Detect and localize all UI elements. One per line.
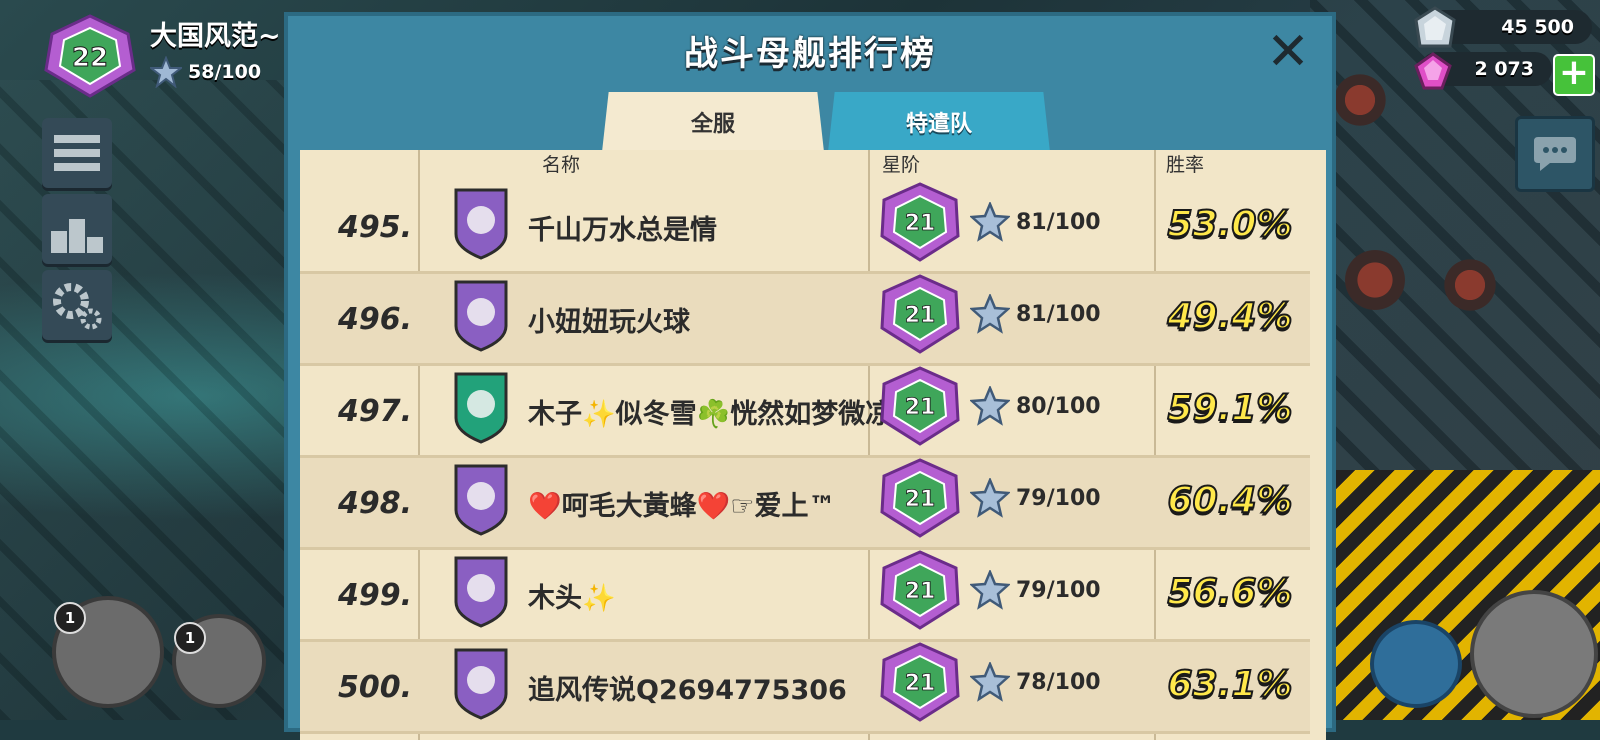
- tier-value: 21: [905, 579, 936, 604]
- row-player-name: 千山万水总是情: [528, 215, 717, 246]
- leaderboard-row[interactable]: 495. 千山万水总是情 21 81/100 53.0%: [300, 182, 1310, 274]
- column-header-name: 名称: [542, 154, 581, 176]
- close-button[interactable]: ✕: [1266, 26, 1310, 78]
- winged-shield-badge-icon: [454, 556, 508, 628]
- row-winrate: 59.1%: [1167, 387, 1294, 430]
- tier-badge-icon: 21: [880, 366, 960, 446]
- row-winrate: 60.4%: [1167, 479, 1294, 522]
- wolf-badge-icon: [454, 188, 508, 260]
- fist-badge-icon: [454, 464, 508, 536]
- row-stars-value: 79/100: [1016, 578, 1101, 603]
- player-stars: 58/100: [150, 56, 261, 88]
- unit-count-badge: 1: [174, 622, 206, 654]
- row-rank: 496.: [337, 302, 412, 337]
- tab-task-force[interactable]: 特遣队: [828, 92, 1050, 152]
- tab-global-label: 全服: [690, 112, 735, 137]
- tier-value: 21: [905, 395, 936, 420]
- iron-amount: 45 500: [1501, 16, 1574, 38]
- podium-icon: [51, 219, 103, 253]
- row-rank: 499.: [337, 578, 412, 613]
- leaderboard-button[interactable]: [42, 194, 112, 264]
- player-stars-value: 58/100: [188, 61, 262, 83]
- column-header-winrate: 胜率: [1166, 154, 1205, 176]
- row-winrate: 56.6%: [1167, 571, 1294, 614]
- row-stars-value: 79/100: [1016, 486, 1101, 511]
- leaderboard-row[interactable]: 497. 木子✨似冬雪☘️恍然如梦微凉 21 80/100 59.1%: [300, 366, 1310, 458]
- star-icon: [970, 478, 1010, 518]
- row-winrate: 49.4%: [1167, 295, 1294, 338]
- row-player-name: 追风传说Q2694775306: [528, 675, 847, 706]
- tier-value: 21: [905, 487, 936, 512]
- chevron-badge-icon: [454, 372, 508, 444]
- tab-global[interactable]: 全服: [602, 92, 824, 152]
- row-stars-value: 78/100: [1016, 670, 1101, 695]
- star-icon: [970, 386, 1010, 426]
- tier-badge-icon: 21: [880, 550, 960, 630]
- gem-icon: [1414, 52, 1452, 90]
- gem-amount: 2 073: [1474, 58, 1535, 80]
- star-icon: [150, 56, 182, 88]
- modal-title: 战斗母舰排行榜: [684, 34, 936, 74]
- row-player-name: 小妞妞玩火球: [528, 307, 690, 338]
- row-stars-value: 81/100: [1016, 302, 1101, 327]
- row-stars-value: 80/100: [1016, 394, 1101, 419]
- row-rank: 497.: [337, 394, 412, 429]
- leaderboard-row[interactable]: 498. ❤️呵毛大黃蜂❤️☞爱上™ 21 79/100 60.4%: [300, 458, 1310, 550]
- headquarters-button[interactable]: [1370, 620, 1462, 708]
- menu-button[interactable]: [42, 118, 112, 188]
- row-rank: 500.: [337, 670, 412, 705]
- star-icon: [970, 570, 1010, 610]
- player-name: 大国风范~: [150, 21, 281, 52]
- row-winrate: 63.1%: [1167, 663, 1294, 706]
- tier-badge-icon: 21: [880, 642, 960, 722]
- leaderboard-modal: 战斗母舰排行榜 ✕ 全服 特遣队 名称 星阶 胜率 495. 千山万水总是情 2…: [284, 12, 1336, 740]
- turret-structure: [1330, 70, 1390, 130]
- chat-button[interactable]: [1515, 116, 1595, 192]
- turret-structure: [1340, 245, 1410, 315]
- row-rank: 498.: [337, 486, 412, 521]
- chat-bubble-icon: [1534, 137, 1576, 171]
- settings-button[interactable]: [42, 270, 112, 340]
- row-stars-value: 81/100: [1016, 210, 1101, 235]
- leaderboard-row[interactable]: 496. 小妞妞玩火球 21 81/100 49.4%: [300, 274, 1310, 366]
- tier-value: 21: [905, 671, 936, 696]
- tab-task-force-label: 特遣队: [905, 112, 972, 137]
- raised-fist-badge-icon: [454, 648, 508, 720]
- turret-structure: [1440, 255, 1500, 315]
- column-header-tier: 星阶: [882, 154, 921, 176]
- tier-badge-icon: 21: [880, 458, 960, 538]
- tier-value: 21: [905, 211, 936, 236]
- hamburger-icon: [54, 135, 100, 171]
- star-icon: [970, 662, 1010, 702]
- iron-icon: [1414, 6, 1456, 48]
- leaderboard-row[interactable]: 500. 追风传说Q2694775306 21 78/100 63.1%: [300, 642, 1310, 734]
- row-player-name: ❤️呵毛大黃蜂❤️☞爱上™: [528, 491, 836, 522]
- buy-gems-button[interactable]: +: [1553, 54, 1595, 96]
- row-winrate: 53.0%: [1167, 203, 1294, 246]
- star-icon: [970, 202, 1010, 242]
- row-rank: 495.: [337, 210, 412, 245]
- unit-count-badge: 1: [54, 602, 86, 634]
- player-level-text: 22: [72, 43, 108, 73]
- player-level-badge[interactable]: 22: [44, 14, 136, 98]
- star-icon: [970, 294, 1010, 334]
- attack-button[interactable]: [1470, 590, 1598, 718]
- row-player-name: 木子✨似冬雪☘️恍然如梦微凉: [528, 399, 893, 430]
- tier-badge-icon: 21: [880, 274, 960, 354]
- tier-value: 21: [905, 303, 936, 328]
- row-player-name: 木头✨: [528, 583, 616, 614]
- winged-shield-badge-icon: [454, 280, 508, 352]
- tier-badge-icon: 21: [880, 182, 960, 262]
- leaderboard-table: 名称 星阶 胜率 495. 千山万水总是情 21 81/100 53.0% 49…: [300, 150, 1326, 740]
- gear-icon: [53, 283, 102, 330]
- leaderboard-row[interactable]: 499. 木头✨ 21 79/100 56.6%: [300, 550, 1310, 642]
